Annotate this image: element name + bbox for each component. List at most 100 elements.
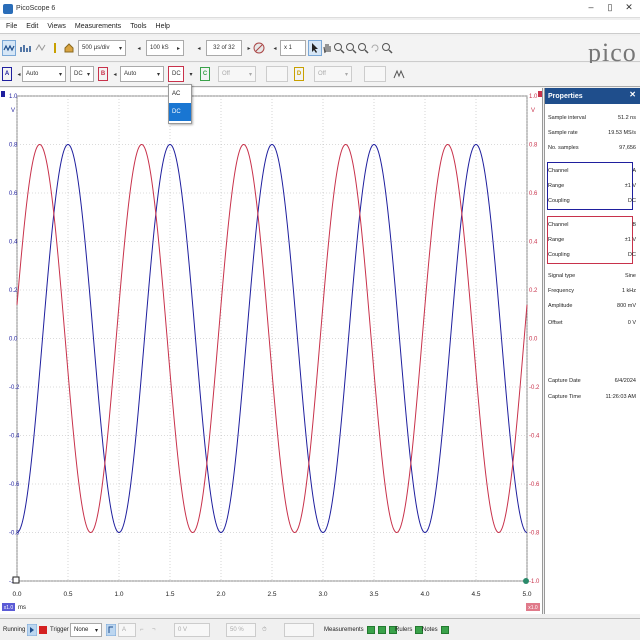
coupling-a-select[interactable]: DC ▾ (70, 66, 94, 82)
delay-icon[interactable]: ⏱ (262, 623, 267, 637)
falling-edge-icon[interactable]: ¬ (152, 623, 156, 637)
waveform-plot[interactable]: 1.0 0.8 0.6 0.4 0.2 0.0 -0.2 -0.4 -0.6 -0.8 -1.0 V 1… (0, 88, 543, 614)
measurements-button[interactable]: Measurements (324, 623, 397, 637)
y-tick-label-right: -1.0 (529, 579, 540, 585)
chevron-down-icon: ▾ (86, 71, 90, 78)
arrow-left-icon[interactable]: ◂ (132, 40, 146, 56)
menu-tools[interactable]: Tools (130, 23, 146, 30)
math-channel-icon[interactable] (392, 66, 406, 82)
property-row: Sample interval 51.2 ns (548, 115, 636, 121)
channel-c-icon[interactable]: C (198, 66, 212, 82)
stop-button[interactable] (39, 623, 47, 637)
running-label: Running (3, 627, 26, 633)
buffer-navigator-icon[interactable] (252, 40, 266, 56)
coupling-b-select[interactable]: DC (168, 66, 184, 82)
buffer-prev-icon[interactable]: ◂ (192, 40, 206, 56)
x-tick-label: 3.5 (369, 591, 378, 598)
trigger-marker-icon[interactable] (12, 576, 20, 584)
trigger-source-select[interactable]: A (118, 623, 136, 637)
chevron-down-icon: ▾ (94, 627, 98, 634)
y-tick-label-right: 0.6 (529, 191, 538, 197)
coupling-a-value: DC (74, 71, 83, 77)
range-a-select[interactable]: Auto ▾ (22, 66, 66, 82)
trigger-delay-field[interactable] (284, 623, 314, 637)
channel-b-button[interactable]: B (98, 66, 108, 82)
pretrigger-value: 50 % (230, 627, 244, 633)
scope-mode-icon[interactable] (2, 40, 16, 56)
property-row: Range ±1 V (548, 237, 636, 243)
y-tick-label-left: 1.0 (9, 94, 18, 100)
trigger-mode-select[interactable]: None ▾ (70, 623, 102, 637)
y-zoom-badge-right-label: x1.0 (528, 605, 538, 611)
zoom-select[interactable]: x 1 (280, 40, 306, 56)
property-row: Frequency 1 kHz (548, 288, 636, 294)
property-row: Amplitude 800 mV (548, 303, 636, 309)
chevron-down-icon: ▾ (156, 71, 160, 78)
range-c-value: Off (222, 71, 230, 77)
channel-a-marker[interactable] (1, 91, 5, 97)
coupling-b-value: DC (172, 71, 181, 77)
y-tick-label-right: -0.4 (529, 434, 540, 440)
buffer-counter[interactable]: 32 of 32 (206, 40, 242, 56)
menu-edit[interactable]: Edit (26, 23, 38, 30)
probe-icon[interactable] (48, 40, 62, 56)
edit-measurement-icon (377, 626, 386, 634)
notes-button[interactable]: Notes (422, 623, 449, 637)
properties-title: Properties (548, 92, 583, 100)
trigger-options-icon[interactable] (106, 623, 116, 637)
spectrum-mode-icon[interactable] (18, 40, 32, 56)
rising-edge-icon[interactable]: ⌐ (140, 623, 144, 637)
timebase-marker-icon[interactable] (523, 578, 529, 584)
property-row: Channel A (548, 168, 636, 174)
coupling-option-dc[interactable]: DC (169, 103, 191, 121)
range-b-select[interactable]: Auto ▾ (120, 66, 164, 82)
y-tick-label-left: 0.2 (9, 288, 18, 294)
coupling-c-select[interactable] (266, 66, 288, 82)
range-c-select[interactable]: Off ▾ (218, 66, 256, 82)
pretrigger-field[interactable]: 50 % (226, 623, 256, 637)
x-tick-label: 4.0 (420, 591, 429, 598)
range-d-select[interactable]: Off ▾ (314, 66, 352, 82)
channel-toolbar: A ◂ Auto ▾ DC ▾ B ◂ Auto ▾ DC ▾ C Off ▾ … (0, 63, 640, 87)
minimize-icon[interactable]: – (584, 2, 598, 12)
samples-select[interactable]: 100 kS ▸ (146, 40, 184, 56)
close-icon[interactable]: ✕ (622, 2, 636, 13)
menu-help[interactable]: Help (156, 23, 170, 30)
channel-b-label: B (98, 67, 108, 81)
home-icon[interactable] (62, 40, 76, 56)
buffer-value: 32 of 32 (213, 45, 235, 51)
y-tick-label-right: -0.2 (529, 385, 540, 391)
timebase-select[interactable]: 500 µs/div ▾ (78, 40, 126, 56)
trigger-mode-value: None (74, 627, 89, 633)
run-button[interactable] (27, 623, 37, 637)
maximize-icon[interactable]: ▯ (603, 2, 617, 13)
add-measurement-icon (366, 626, 375, 634)
zoom-fit-icon[interactable] (380, 40, 394, 56)
property-row: Offset 0 V (548, 320, 636, 326)
channel-a-button[interactable]: A (2, 66, 12, 82)
channel-b-marker[interactable] (538, 91, 542, 97)
rulers-button[interactable]: Rulers (395, 623, 424, 637)
samples-value: 100 kS (150, 45, 169, 51)
property-row: Range ±1 V (548, 183, 636, 189)
menu-file[interactable]: File (6, 23, 17, 30)
x-tick-label: 0.0 (12, 591, 21, 598)
persistence-mode-icon[interactable] (34, 40, 48, 56)
channel-d-icon[interactable]: D (292, 66, 306, 82)
x-tick-label: 1.0 (114, 591, 123, 598)
menu-measurements[interactable]: Measurements (75, 23, 121, 30)
property-row: Capture Date 6/4/2024 (548, 378, 636, 384)
menu-views[interactable]: Views (47, 23, 66, 30)
y-tick-label-left: -0.2 (9, 385, 20, 391)
scope-view[interactable]: 1.0 0.8 0.6 0.4 0.2 0.0 -0.2 -0.4 -0.6 -0.8 -1.0 V 1… (0, 88, 543, 614)
coupling-option-ac[interactable]: AC (169, 85, 191, 103)
coupling-d-select[interactable] (364, 66, 386, 82)
trigger-label: Trigger (50, 627, 69, 633)
coupling-b-dropdown-icon[interactable]: ▾ (184, 66, 198, 82)
close-icon[interactable]: ✕ (629, 90, 636, 99)
y-tick-label-left: 0.6 (9, 191, 18, 197)
y-tick-label-left: -0.6 (9, 482, 20, 488)
main-toolbar: 500 µs/div ▾ ◂ 100 kS ▸ ◂ 32 of 32 ▸ ◂ x… (0, 36, 640, 62)
x-tick-label: 5.0 (522, 591, 531, 598)
trigger-level-field[interactable]: 0 V (174, 623, 210, 637)
